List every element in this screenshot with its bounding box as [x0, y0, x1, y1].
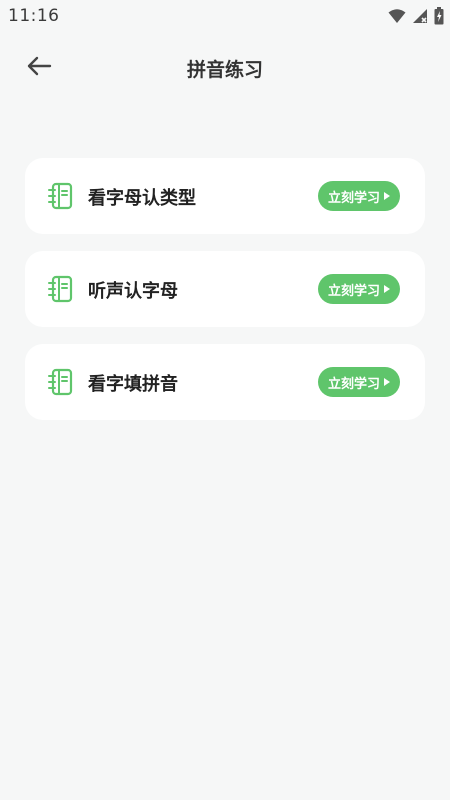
header: 拼音练习 — [0, 40, 450, 96]
study-now-button[interactable]: 立刻学习 — [318, 274, 400, 304]
signal-icon — [412, 8, 428, 24]
status-bar: 11:16 — [0, 0, 450, 32]
battery-icon — [434, 7, 444, 25]
practice-card-label: 听声认字母 — [88, 281, 178, 302]
notebook-icon — [47, 275, 75, 303]
notebook-icon — [47, 182, 75, 210]
practice-card[interactable]: 听声认字母 立刻学习 — [25, 251, 425, 327]
practice-card[interactable]: 看字母认类型 立刻学习 — [25, 158, 425, 234]
play-icon — [384, 378, 390, 386]
practice-card-label: 看字母认类型 — [88, 188, 196, 209]
page-title: 拼音练习 — [186, 59, 263, 81]
study-now-button[interactable]: 立刻学习 — [318, 181, 400, 211]
status-icons — [388, 6, 444, 26]
status-time: 11:16 — [8, 6, 60, 26]
study-now-label: 立刻学习 — [327, 190, 380, 206]
play-icon — [384, 285, 390, 293]
study-now-label: 立刻学习 — [327, 376, 380, 392]
play-icon — [384, 192, 390, 200]
wifi-icon — [388, 8, 406, 24]
study-now-label: 立刻学习 — [327, 283, 380, 299]
practice-card-label: 看字填拼音 — [88, 374, 178, 395]
study-now-button[interactable]: 立刻学习 — [318, 367, 400, 397]
notebook-icon — [47, 368, 75, 396]
practice-list: 看字母认类型 立刻学习 听声认字母 立刻学习 看字填拼音 立刻学习 — [25, 158, 425, 437]
practice-card[interactable]: 看字填拼音 立刻学习 — [25, 344, 425, 420]
